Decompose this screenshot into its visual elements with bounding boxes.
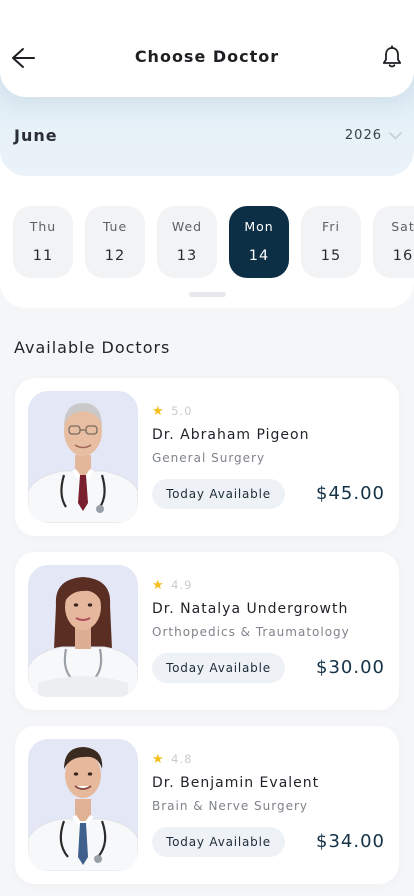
rating-value: 5.0 (171, 404, 193, 418)
notifications-button[interactable] (381, 45, 403, 69)
day-strip[interactable]: Thu 11 Tue 12 Wed 13 Mon 14 Fri 15 Sat 1… (13, 206, 414, 278)
rating: ★ 5.0 (152, 404, 192, 418)
day-name: Mon (244, 219, 274, 234)
day-number: 12 (104, 248, 126, 264)
day-number: 14 (248, 248, 270, 264)
day-chip[interactable]: Fri 15 (301, 206, 361, 278)
day-number: 15 (320, 248, 342, 264)
day-name: Sat (391, 219, 414, 234)
doctor-specialty: General Surgery (152, 451, 266, 465)
year-dropdown[interactable]: 2026 (345, 128, 402, 143)
section-title: Available Doctors (14, 338, 171, 357)
doctor-name: Dr. Benjamin Evalent (152, 775, 320, 791)
rating: ★ 4.9 (152, 578, 192, 592)
consultation-price: $34.00 (316, 831, 385, 852)
doctor-specialty: Brain & Nerve Surgery (152, 799, 309, 813)
rating-value: 4.9 (171, 578, 193, 592)
bell-icon (382, 45, 402, 68)
availability-badge: Today Available (152, 653, 285, 683)
day-number: 13 (176, 248, 198, 264)
day-chip[interactable]: Sat 16 (373, 206, 414, 278)
day-name: Wed (171, 219, 203, 234)
rating: ★ 4.8 (152, 752, 192, 766)
day-chip[interactable]: Thu 11 (13, 206, 73, 278)
day-number: 16 (392, 248, 414, 264)
star-icon: ★ (152, 577, 165, 593)
rating-value: 4.8 (171, 752, 193, 766)
availability-badge: Today Available (152, 479, 285, 509)
day-name: Fri (322, 219, 340, 234)
day-chip-selected[interactable]: Mon 14 (229, 206, 289, 278)
page-title: Choose Doctor (134, 47, 280, 66)
doctor-specialty: Orthopedics & Traumatology (152, 625, 350, 639)
availability-badge: Today Available (152, 827, 285, 857)
doctor-photo (28, 739, 138, 871)
star-icon: ★ (152, 751, 165, 767)
day-number: 11 (32, 248, 54, 264)
day-name: Tue (102, 219, 128, 234)
month-label: June (14, 126, 58, 145)
doctor-card[interactable]: ★ 5.0 Dr. Abraham Pigeon General Surgery… (15, 378, 399, 536)
doctor-card[interactable]: ★ 4.8 Dr. Benjamin Evalent Brain & Nerve… (15, 726, 399, 884)
consultation-price: $30.00 (316, 657, 385, 678)
year-value: 2026 (344, 128, 382, 143)
day-chip[interactable]: Tue 12 (85, 206, 145, 278)
top-app-bar: Choose Doctor (0, 0, 414, 97)
drag-handle[interactable] (189, 292, 226, 297)
consultation-price: $45.00 (316, 483, 385, 504)
chevron-down-icon (389, 131, 402, 139)
doctor-name: Dr. Abraham Pigeon (152, 427, 310, 443)
doctor-name: Dr. Natalya Undergrowth (152, 601, 349, 617)
day-name: Thu (29, 219, 57, 234)
doctor-photo (28, 565, 138, 697)
doctor-card[interactable]: ★ 4.9 Dr. Natalya Undergrowth Orthopedic… (15, 552, 399, 710)
day-chip[interactable]: Wed 13 (157, 206, 217, 278)
doctor-photo (28, 391, 138, 523)
star-icon: ★ (152, 403, 165, 419)
